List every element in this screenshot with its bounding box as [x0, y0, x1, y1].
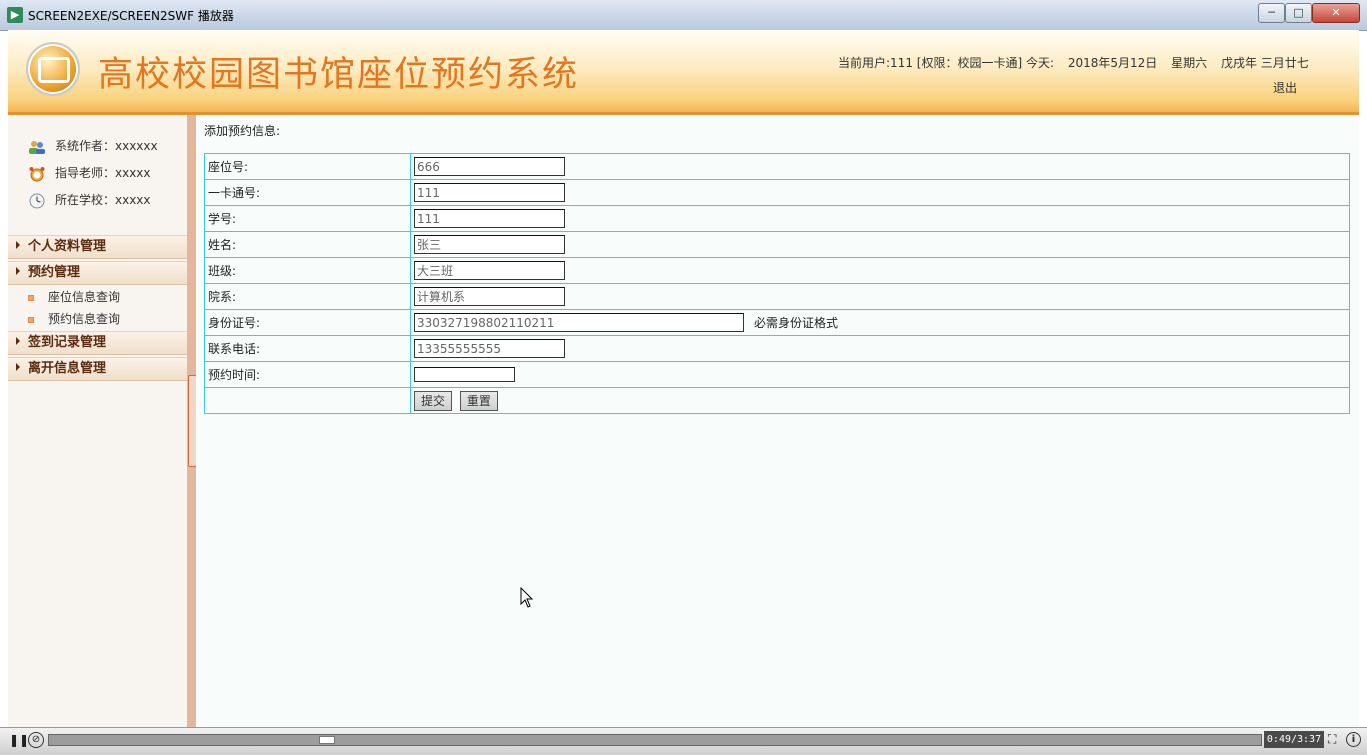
- triangle-right-icon: [16, 337, 20, 345]
- main-content: 添加预约信息: 座位号: 一卡通号: 学号: 姓名: 班级:: [196, 115, 1359, 727]
- window-title: SCREEN2EXE/SCREEN2SWF 播放器: [28, 9, 234, 23]
- pause-icon[interactable]: ❚❚: [9, 732, 29, 748]
- form-row-phone: 联系电话:: [204, 335, 1350, 362]
- people-icon: [28, 139, 46, 155]
- current-user-text: 当前用户:111 [权限：校园一卡通] 今天:: [838, 56, 1054, 70]
- logout-link[interactable]: 退出: [1273, 79, 1297, 96]
- form-row-seat: 座位号:: [204, 153, 1350, 180]
- menu-reservation-query[interactable]: 预约信息查询: [28, 310, 120, 327]
- reservation-time-field[interactable]: [414, 367, 515, 382]
- window-title-bar: ▶ SCREEN2EXE/SCREEN2SWF 播放器 ─ □ ✕: [0, 0, 1367, 31]
- form-row-id-card: 身份证号: 必需身份证格式: [204, 309, 1350, 336]
- menu-checkin[interactable]: 签到记录管理: [8, 331, 187, 355]
- info-icon[interactable]: i: [1346, 732, 1361, 747]
- progress-slider[interactable]: [48, 734, 1262, 746]
- reservation-form: 座位号: 一卡通号: 学号: 姓名: 班级: 院系:: [204, 153, 1350, 414]
- class-label: 班级:: [204, 257, 411, 284]
- menu-seat-query[interactable]: 座位信息查询: [28, 288, 120, 305]
- seat-number-field[interactable]: [414, 157, 565, 176]
- bullet-icon: [28, 294, 34, 301]
- student-id-label: 学号:: [204, 205, 411, 232]
- form-row-time: 预约时间:: [204, 361, 1350, 388]
- lunar-date-text: 戊戌年 三月廿七: [1220, 56, 1309, 70]
- info-teacher-label: 指导老师：xxxxx: [55, 166, 151, 180]
- progress-thumb[interactable]: [319, 736, 335, 744]
- triangle-right-icon: [16, 267, 20, 275]
- time-readout: 0:49/3:37: [1264, 731, 1324, 748]
- mouse-cursor-icon: [520, 587, 534, 608]
- app-frame: 高校校园图书馆座位预约系统 当前用户:111 [权限：校园一卡通] 今天: 20…: [8, 30, 1359, 727]
- user-info: 当前用户:111 [权限：校园一卡通] 今天: 2018年5月12日 星期六 戊…: [838, 54, 1319, 71]
- form-row-card: 一卡通号:: [204, 179, 1350, 206]
- name-label: 姓名:: [204, 231, 411, 258]
- id-card-label: 身份证号:: [204, 309, 411, 336]
- form-row-class: 班级:: [204, 257, 1350, 284]
- form-row-department: 院系:: [204, 283, 1350, 310]
- weekday-text: 星期六: [1171, 56, 1208, 70]
- info-author-label: 系统作者：xxxxxx: [55, 139, 158, 153]
- submit-button[interactable]: 提交: [414, 390, 453, 411]
- close-button[interactable]: ✕: [1312, 3, 1360, 23]
- department-field[interactable]: [414, 287, 565, 306]
- card-label: 一卡通号:: [204, 179, 411, 206]
- app-title: 高校校园图书馆座位预约系统: [98, 55, 580, 95]
- info-teacher: 指导老师：xxxxx: [28, 164, 151, 184]
- id-card-hint: 必需身份证格式: [754, 315, 839, 330]
- phone-label: 联系电话:: [204, 335, 411, 362]
- form-row-student-id: 学号:: [204, 205, 1350, 232]
- triangle-right-icon: [16, 363, 20, 371]
- minimize-button[interactable]: ─: [1258, 3, 1285, 23]
- library-logo-icon: [26, 42, 80, 96]
- card-number-field[interactable]: [414, 183, 565, 202]
- maximize-button[interactable]: □: [1285, 3, 1312, 23]
- bullet-icon: [28, 316, 34, 323]
- clock-icon: [28, 193, 46, 209]
- form-heading: 添加预约信息:: [204, 124, 281, 138]
- form-row-actions: 提交 重置: [204, 387, 1350, 414]
- time-label: 预约时间:: [204, 361, 411, 388]
- form-row-name: 姓名:: [204, 231, 1350, 258]
- menu-profile[interactable]: 个人资料管理: [8, 235, 187, 259]
- class-field[interactable]: [414, 261, 565, 280]
- app-icon: ▶: [7, 7, 23, 23]
- info-school-label: 所在学校：xxxxx: [55, 193, 151, 207]
- info-school: 所在学校：xxxxx: [28, 191, 151, 211]
- loop-icon[interactable]: ⊘: [28, 732, 44, 748]
- seat-label: 座位号:: [204, 153, 411, 180]
- fullscreen-icon[interactable]: ⛶: [1328, 732, 1336, 747]
- info-author: 系统作者：xxxxxx: [28, 137, 158, 157]
- alarm-clock-icon: [28, 166, 46, 182]
- triangle-right-icon: [16, 241, 20, 249]
- menu-reservation[interactable]: 预约管理: [8, 261, 187, 285]
- phone-field[interactable]: [414, 339, 565, 358]
- department-label: 院系:: [204, 283, 411, 310]
- id-card-field[interactable]: [414, 313, 744, 332]
- name-field[interactable]: [414, 235, 565, 254]
- reset-button[interactable]: 重置: [459, 390, 498, 411]
- sidebar: 系统作者：xxxxxx 指导老师：xxxxx 所在学校：xxxxx 个人资料管理…: [8, 115, 188, 727]
- player-bar: ❚❚ ⊘ 0:49/3:37 ⛶ i: [0, 727, 1367, 755]
- date-text: 2018年5月12日: [1067, 56, 1158, 70]
- student-id-field[interactable]: [414, 209, 565, 228]
- actions-label-cell: [204, 387, 411, 414]
- menu-leave[interactable]: 离开信息管理: [8, 357, 187, 381]
- header-banner: 高校校园图书馆座位预约系统 当前用户:111 [权限：校园一卡通] 今天: 20…: [8, 30, 1359, 115]
